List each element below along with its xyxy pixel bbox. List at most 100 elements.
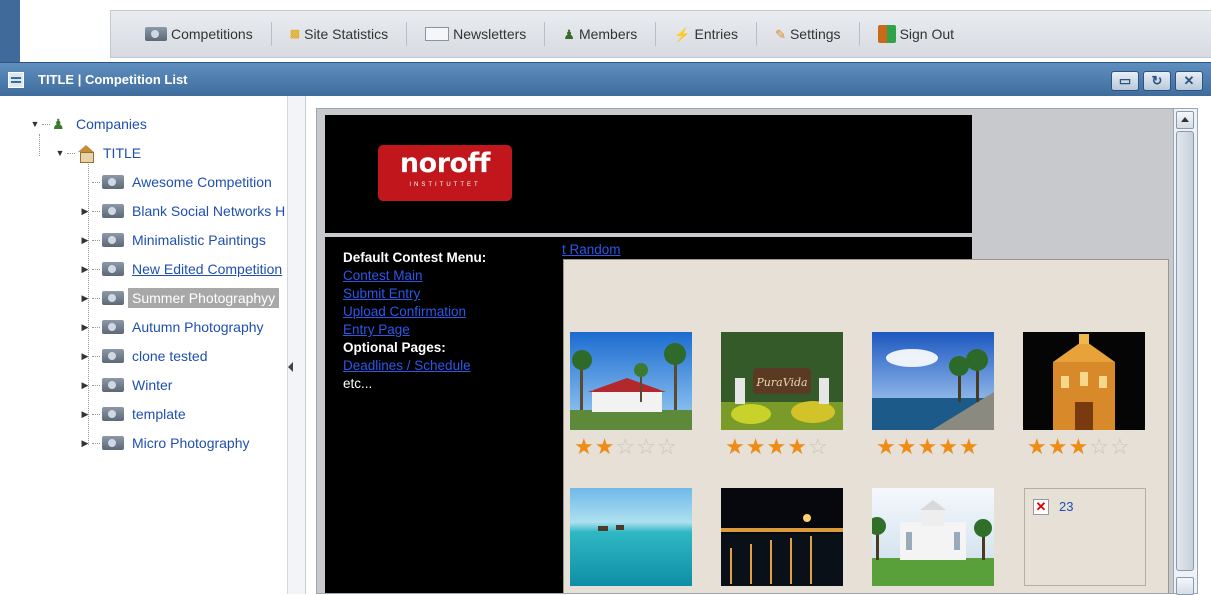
competition-icon: [102, 378, 124, 392]
entry-rating[interactable]: ★ ★ ★ ★ ☆: [725, 436, 828, 458]
star-filled-icon[interactable]: ★: [959, 436, 979, 458]
random-link[interactable]: t Random: [562, 242, 621, 257]
entry-photo: [872, 488, 994, 586]
star-empty-icon[interactable]: ☆: [657, 436, 677, 458]
collapse-arrow-icon[interactable]: ▼: [30, 119, 40, 129]
expand-arrow-icon[interactable]: ▶: [80, 351, 90, 362]
expand-arrow-icon[interactable]: ▶: [80, 264, 90, 275]
entry-thumbnail[interactable]: [872, 332, 994, 430]
star-filled-icon[interactable]: ★: [1048, 436, 1068, 458]
entry-thumbnail[interactable]: PuraVida: [721, 332, 843, 430]
tree-node-competition[interactable]: ▶ Micro Photography: [80, 431, 254, 455]
nav-settings-label: Settings: [789, 26, 841, 42]
menu-link-upload-confirmation[interactable]: Upload Confirmation: [343, 303, 563, 321]
nav-site-statistics[interactable]: ▩ Site Statistics: [272, 21, 406, 47]
main-nav: Competitions ▩ Site Statistics Newslette…: [110, 10, 1211, 58]
nav-competitions-label: Competitions: [171, 26, 253, 42]
expand-arrow-icon[interactable]: ▶: [80, 293, 90, 304]
entry-number: 23: [1059, 499, 1074, 514]
expand-arrow-icon[interactable]: ▶: [80, 380, 90, 391]
entry-thumbnail[interactable]: [721, 488, 843, 586]
scroll-thumb[interactable]: [1176, 131, 1194, 571]
star-filled-icon[interactable]: ★: [1068, 436, 1088, 458]
tree-node-label: New Edited Competition: [132, 261, 283, 277]
scroll-up-button[interactable]: [1176, 111, 1194, 129]
refresh-button[interactable]: ↻: [1143, 71, 1171, 91]
nav-entries-label: Entries: [694, 26, 739, 42]
star-filled-icon[interactable]: ★: [897, 436, 917, 458]
nav-competitions[interactable]: Competitions: [127, 21, 271, 47]
star-filled-icon[interactable]: ★: [938, 436, 958, 458]
entry-thumbnail[interactable]: [1023, 332, 1145, 430]
competition-icon: [102, 175, 124, 189]
entry-photo: [570, 488, 692, 586]
tree-node-competition[interactable]: ▶ clone tested: [80, 344, 212, 368]
entry-rating[interactable]: ★ ★ ★ ☆ ☆: [1027, 436, 1130, 458]
menu-link-submit-entry[interactable]: Submit Entry: [343, 285, 563, 303]
menu-link-entry-page[interactable]: Entry Page: [343, 321, 563, 339]
content-scrollbar[interactable]: [1174, 108, 1198, 595]
tree-node-competition[interactable]: ▶ Autumn Photography: [80, 315, 268, 339]
expand-arrow-icon[interactable]: ▶: [80, 438, 90, 449]
entry-thumbnail[interactable]: [872, 488, 994, 586]
nav-members[interactable]: ♟ Members: [545, 21, 655, 47]
star-empty-icon[interactable]: ☆: [1089, 436, 1109, 458]
tree-node-competition[interactable]: Awesome Competition: [80, 170, 276, 194]
star-filled-icon[interactable]: ★: [787, 436, 807, 458]
expand-arrow-icon[interactable]: ▶: [80, 206, 90, 217]
tree-node-competition[interactable]: ▶ New Edited Competition: [80, 257, 286, 281]
restore-button[interactable]: ▭: [1111, 71, 1139, 91]
close-button[interactable]: ✕: [1175, 71, 1203, 91]
broken-entry-thumbnail[interactable]: ✕ 23: [1024, 488, 1146, 586]
tree-node-competition[interactable]: ▶ Blank Social Networks H: [80, 199, 289, 223]
star-filled-icon[interactable]: ★: [746, 436, 766, 458]
tree-node-competition[interactable]: ▶ Winter: [80, 373, 176, 397]
entry-photo: PuraVida: [721, 332, 843, 430]
entries-gallery: PuraVida ★ ★ ☆ ☆ ☆ ★ ★ ★ ★ ☆ ★ ★ ★ ★ ★ ★…: [563, 259, 1169, 593]
nav-site-statistics-label: Site Statistics: [304, 26, 389, 42]
star-filled-icon[interactable]: ★: [917, 436, 937, 458]
expand-arrow-icon[interactable]: ▶: [80, 409, 90, 420]
star-filled-icon[interactable]: ★: [725, 436, 745, 458]
expand-arrow-icon[interactable]: ▶: [80, 322, 90, 333]
star-filled-icon[interactable]: ★: [595, 436, 615, 458]
tree-node-label: Minimalistic Paintings: [132, 232, 266, 248]
tree-node-competition[interactable]: ▶ template: [80, 402, 190, 426]
panel-splitter[interactable]: [288, 96, 306, 594]
star-filled-icon[interactable]: ★: [766, 436, 786, 458]
window-controls: ▭ ↻ ✕: [1111, 71, 1203, 91]
scroll-down-button[interactable]: [1176, 577, 1194, 595]
competition-icon: [102, 204, 124, 218]
nav-newsletters[interactable]: Newsletters: [407, 21, 544, 47]
star-empty-icon[interactable]: ☆: [1110, 436, 1130, 458]
menu-link-contest-main[interactable]: Contest Main: [343, 267, 563, 285]
expand-arrow-icon[interactable]: ▶: [80, 235, 90, 246]
star-filled-icon[interactable]: ★: [876, 436, 896, 458]
tree-node-competition-selected[interactable]: ▶ Summer Photographyy: [80, 286, 280, 310]
menu-link-deadlines[interactable]: Deadlines / Schedule: [343, 357, 563, 375]
entry-thumbnail[interactable]: [570, 332, 692, 430]
collapse-grip-icon[interactable]: [288, 362, 293, 372]
star-empty-icon[interactable]: ☆: [636, 436, 656, 458]
competition-icon: [102, 233, 124, 247]
collapse-arrow-icon[interactable]: ▼: [55, 148, 65, 158]
star-empty-icon[interactable]: ☆: [808, 436, 828, 458]
entry-rating[interactable]: ★ ★ ☆ ☆ ☆: [574, 436, 677, 458]
chart-icon: ▩: [289, 27, 301, 40]
tree-node-competition[interactable]: ▶ Minimalistic Paintings: [80, 228, 270, 252]
entry-thumbnail[interactable]: [570, 488, 692, 586]
entry-rating[interactable]: ★ ★ ★ ★ ★: [876, 436, 979, 458]
left-accent-strip: [0, 0, 20, 62]
nav-settings[interactable]: ✎ Settings: [757, 21, 859, 47]
tree-node-label: Awesome Competition: [132, 174, 272, 190]
tree-node-companies[interactable]: ▼ ♟ Companies: [30, 112, 151, 136]
members-icon: ♟: [563, 26, 575, 42]
nav-sign-out[interactable]: Sign Out: [860, 21, 972, 47]
tree-node-label: Winter: [132, 377, 173, 393]
star-filled-icon[interactable]: ★: [1027, 436, 1047, 458]
star-empty-icon[interactable]: ☆: [615, 436, 635, 458]
nav-entries[interactable]: ⚡ Entries: [656, 21, 756, 47]
star-filled-icon[interactable]: ★: [574, 436, 594, 458]
newsletter-icon: [425, 27, 450, 41]
tree-node-company[interactable]: ▼ TITLE: [55, 141, 145, 165]
